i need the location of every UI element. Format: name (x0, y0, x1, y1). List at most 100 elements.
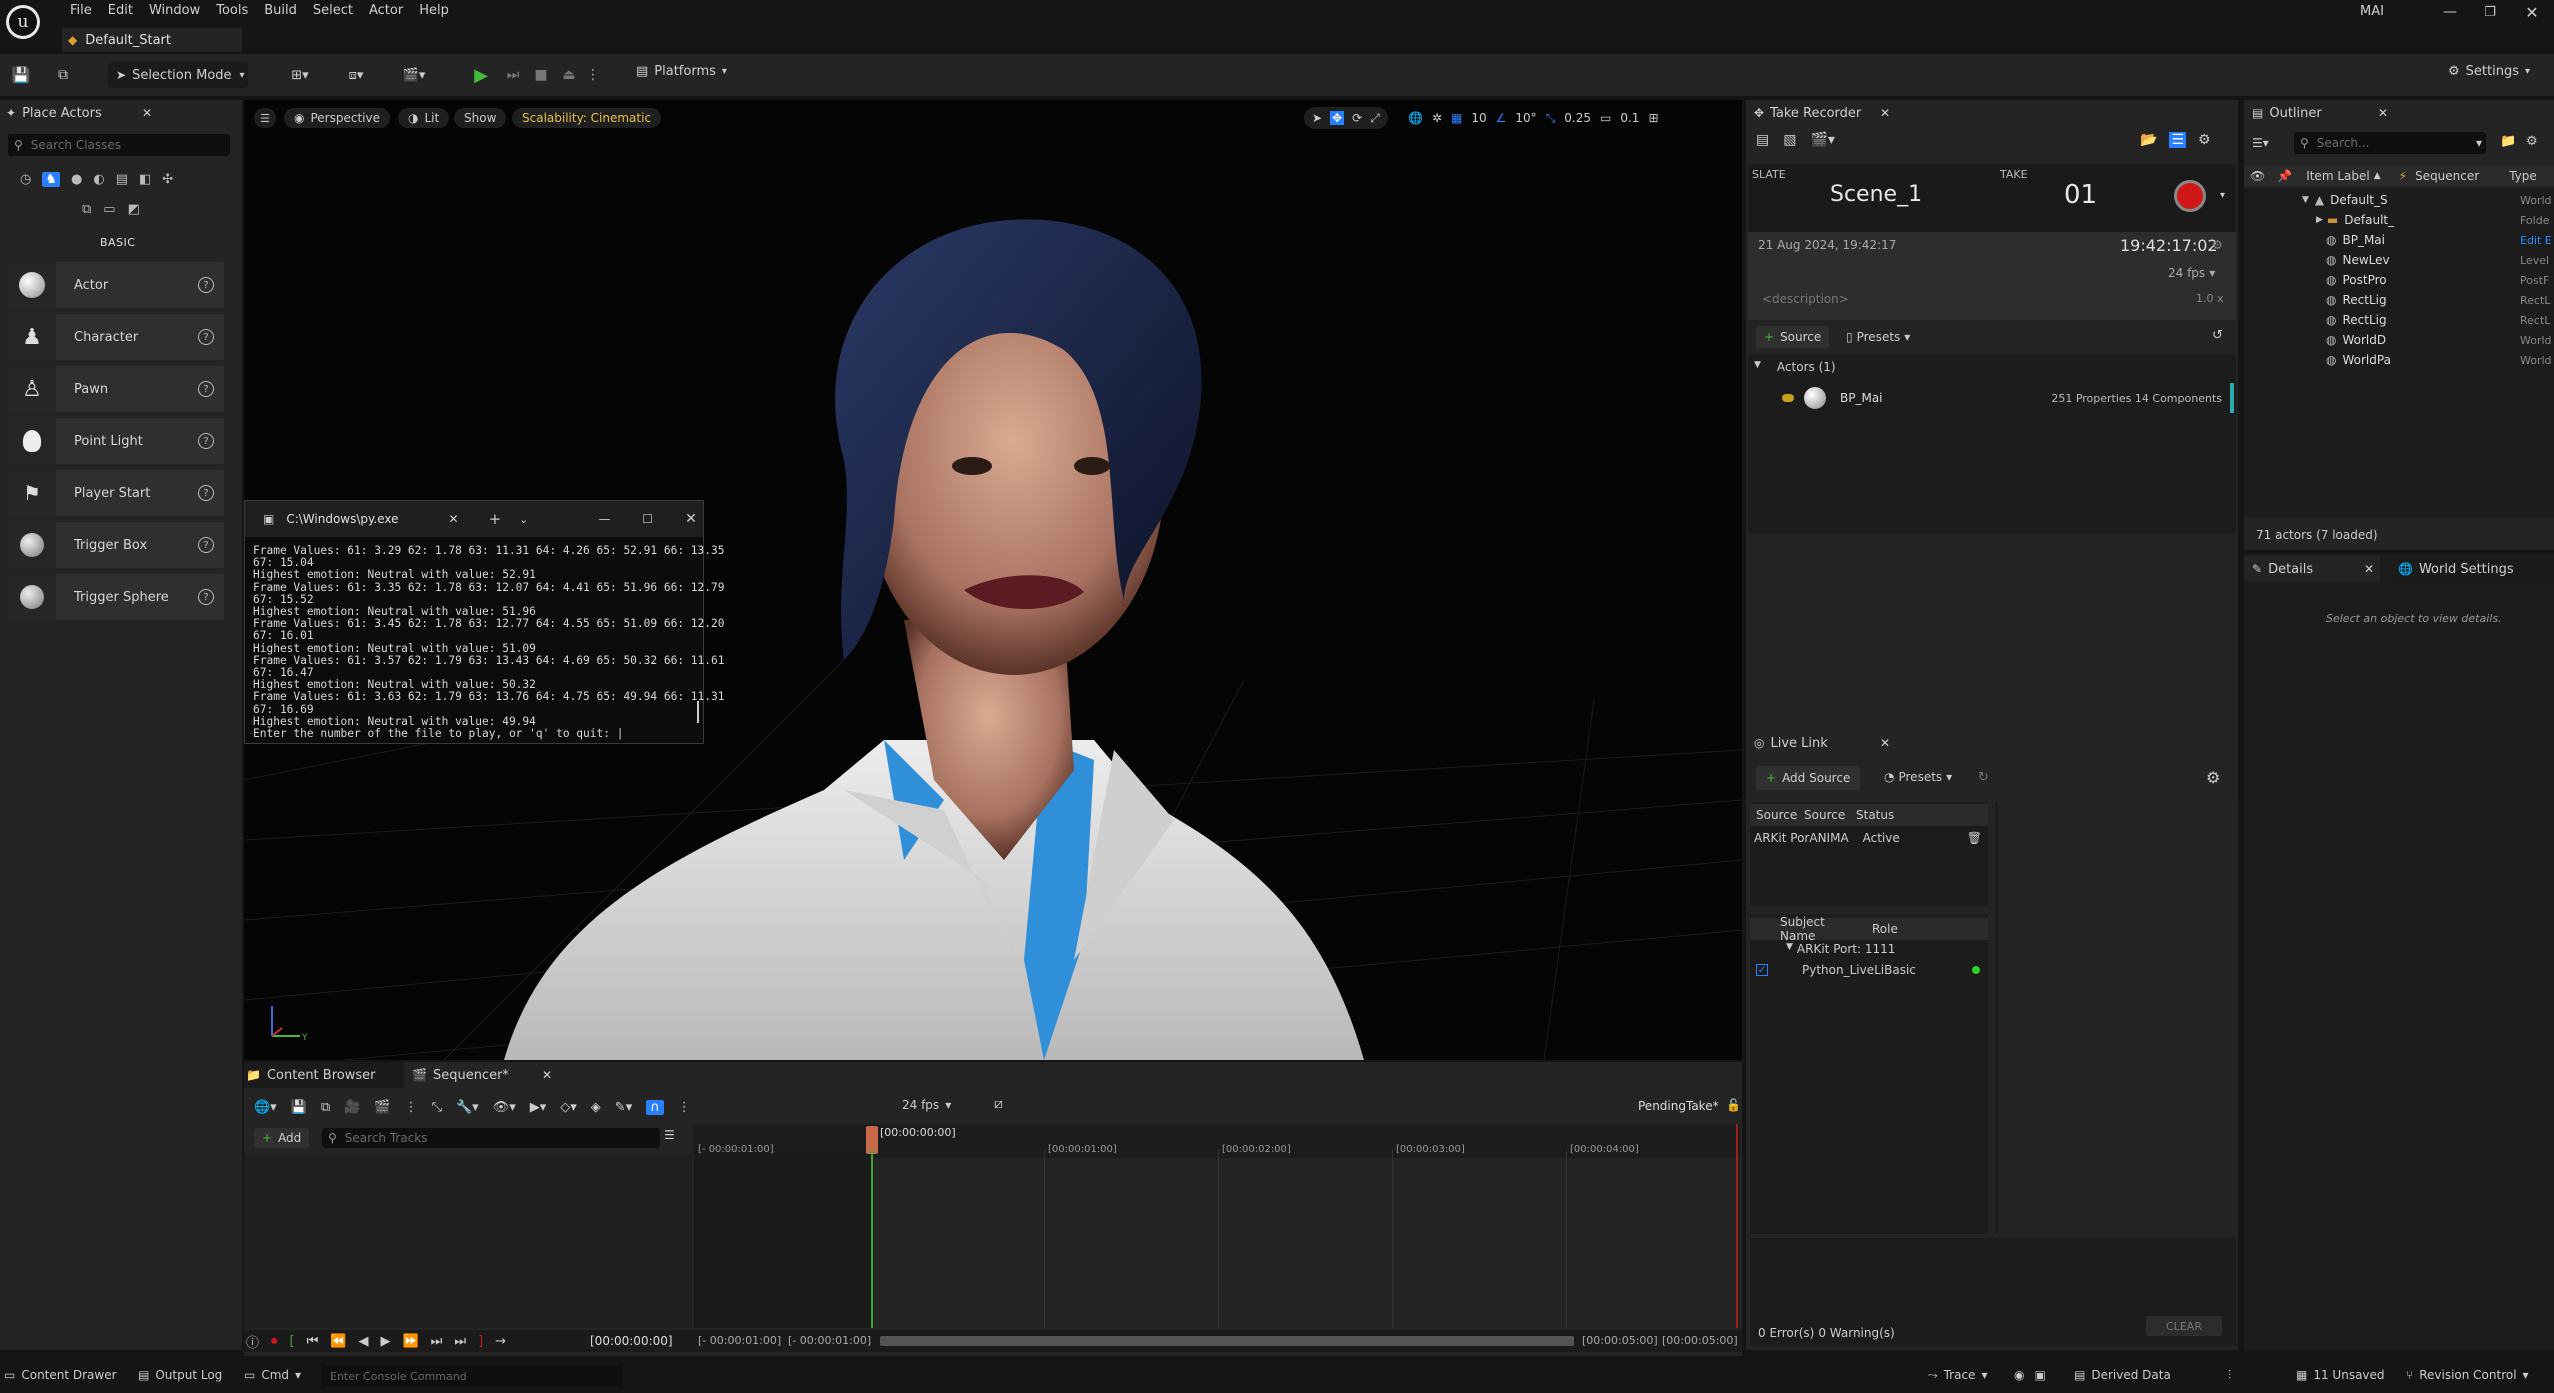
outliner-row[interactable]: ▼ ▲ Default_S World (2244, 190, 2554, 210)
outliner-row[interactable]: ◍ NewLev Level (2244, 250, 2554, 270)
close-tab-icon[interactable]: ✕ (1880, 106, 1890, 120)
lights-icon[interactable]: ● (71, 172, 82, 187)
trash-icon[interactable]: 🗑 (1967, 831, 1982, 845)
filter-icon[interactable]: ☰ (664, 1128, 675, 1142)
col-type[interactable]: Type (2509, 169, 2537, 183)
output-log-button[interactable]: ▤ Output Log (138, 1368, 222, 1382)
clear-button[interactable]: CLEAR (2146, 1316, 2222, 1336)
options-icon[interactable]: ⋮ (405, 1100, 418, 1115)
menu-select[interactable]: Select (305, 3, 361, 18)
all-classes-icon[interactable]: ⧉ (82, 202, 91, 217)
fps-dropdown[interactable]: 24 fps ▾ (2168, 266, 2215, 280)
record-status-icon[interactable]: ◉ (2014, 1368, 2024, 1382)
step-forward-icon[interactable]: ⏩ (402, 1334, 418, 1349)
outliner-tab[interactable]: ▤ Outliner ✕ (2244, 100, 2394, 126)
subject-group-row[interactable]: ▼ ARKit Port: 1111 (1786, 942, 1895, 956)
add-track-button[interactable]: + Add (254, 1128, 310, 1148)
maximize-icon[interactable]: ☐ (642, 512, 653, 526)
surface-snap-icon[interactable]: ✲ (1432, 111, 1442, 125)
sequencer-tab[interactable]: 🎬 Sequencer* ✕ (404, 1062, 558, 1088)
menu-tools[interactable]: Tools (208, 3, 256, 18)
new-take-icon[interactable]: ▤ (1756, 132, 1769, 148)
world-settings-tab[interactable]: 🌐 World Settings (2390, 556, 2554, 582)
menu-help[interactable]: Help (411, 3, 457, 18)
add-folder-icon[interactable]: 📁 (2500, 134, 2516, 149)
set-end-icon[interactable]: ] (478, 1334, 483, 1349)
outliner-search[interactable]: ⚲ Search... ▾ (2294, 132, 2486, 154)
take-number[interactable]: 01 (2064, 180, 2097, 210)
clapper-icon[interactable]: 🎬▾ (1810, 132, 1834, 148)
menu-actor[interactable]: Actor (361, 3, 411, 18)
col-source[interactable]: Source (1750, 808, 1804, 822)
viewport-layout-icon[interactable]: ⊞ (1648, 111, 1658, 125)
menu-file[interactable]: File (62, 3, 100, 18)
minimize-window-icon[interactable]: — (2440, 2, 2460, 22)
gear-icon[interactable]: ⚙ (2198, 132, 2211, 148)
help-icon[interactable]: ? (198, 329, 214, 345)
play-icon[interactable]: ▶ (380, 1334, 390, 1349)
col-status[interactable]: Status (1856, 808, 1956, 822)
playback-speed[interactable]: 1.0 x (2196, 292, 2224, 305)
settings-button[interactable]: ⚙ Settings ▾ (2448, 64, 2530, 79)
volumes-icon[interactable]: ✣ (162, 172, 173, 187)
close-tab-icon[interactable]: ✕ (449, 512, 459, 526)
restore-window-icon[interactable]: ❐ (2480, 2, 2500, 22)
place-item-point-light[interactable]: Point Light? (8, 418, 224, 464)
outliner-row[interactable]: ◍ RectLig RectL (2244, 290, 2554, 310)
console-window[interactable]: ▣ C:\Windows\py.exe ✕ + ⌄ — ☐ ✕ Frame Va… (244, 500, 724, 744)
auto-key-icon[interactable]: ◈ (591, 1100, 601, 1115)
rotate-tool-icon[interactable]: ⟳ (1352, 111, 1362, 125)
record-options-icon[interactable]: ▾ (2220, 190, 2225, 201)
col-source-type[interactable]: Source (1804, 808, 1856, 822)
loop-icon[interactable]: → (495, 1334, 506, 1349)
next-key-icon[interactable]: ⏭ (431, 1334, 443, 1349)
clapper-icon[interactable]: 🎬 (374, 1100, 390, 1115)
help-icon[interactable]: ? (198, 381, 214, 397)
record-icon[interactable]: ⏺ (271, 1334, 278, 1349)
rotation-snap-icon[interactable]: ∠ (1496, 111, 1507, 125)
camera-speed-value[interactable]: 0.1 (1620, 111, 1639, 125)
key-tools-icon[interactable]: 🔧▾ (456, 1100, 479, 1115)
console-command-input[interactable]: Enter Console Command (322, 1366, 622, 1386)
scale-tool-icon[interactable]: ⤢ (1370, 111, 1380, 126)
close-tab-icon[interactable]: ✕ (2364, 562, 2374, 576)
outliner-row[interactable]: ▶ ▬ Default_ Folde (2244, 210, 2554, 230)
fps-dropdown[interactable]: 24 fps ▾ (902, 1098, 951, 1112)
translate-tool-icon[interactable]: ✥ (1330, 111, 1345, 125)
prev-key-icon[interactable]: ⏪ (330, 1334, 346, 1349)
gear-icon[interactable]: ⚙ (2206, 768, 2220, 787)
record-button[interactable] (2174, 180, 2206, 212)
close-tab-icon[interactable]: ✕ (2378, 106, 2388, 120)
visibility-column-icon[interactable]: 👁 (2250, 169, 2265, 183)
range-end-marker[interactable] (1736, 1124, 1738, 1328)
menu-edit[interactable]: Edit (100, 3, 141, 18)
live-link-presets[interactable]: ◔ Presets ▾ (1884, 770, 1952, 784)
render-movie-icon[interactable]: 🎥 (344, 1100, 360, 1115)
close-tab-icon[interactable]: ✕ (542, 1068, 552, 1082)
transform-icon[interactable]: ⤡ (432, 1100, 442, 1115)
place-item-player-start[interactable]: ⚑ Player Start? (8, 470, 224, 516)
shapes-icon[interactable]: ◐ (93, 172, 104, 187)
derived-data-button[interactable]: ▤ Derived Data (2074, 1368, 2171, 1382)
place-actors-tab[interactable]: ✦ Place Actors ✕ (0, 100, 160, 126)
pin-column-icon[interactable]: 📌 (2277, 169, 2292, 183)
notifications-icon[interactable]: ⫶ (2228, 1368, 2231, 1383)
presets-dropdown[interactable]: ▯ Presets ▾ (1846, 330, 1910, 344)
range-end-a[interactable]: [00:00:05:00] (1582, 1334, 1658, 1347)
snap-options-icon[interactable]: ⋮ (678, 1100, 691, 1115)
world-dropdown-icon[interactable]: 🌐▾ (254, 1100, 277, 1115)
outliner-type[interactable]: Edit E (2520, 234, 2552, 247)
misc-icon[interactable]: ◩ (128, 202, 140, 217)
range-start-a[interactable]: [- 00:00:01:00] (698, 1334, 781, 1347)
col-subject-name[interactable]: Subject Name (1750, 915, 1862, 943)
filter-icon[interactable]: ☰▾ (2252, 136, 2269, 150)
chevron-down-icon[interactable]: ⌄ (519, 513, 528, 526)
lock-icon[interactable]: 🔓 (1726, 1098, 1741, 1112)
timeline-scrollbar[interactable] (880, 1336, 1574, 1346)
viewport-menu-icon[interactable]: ☰ (254, 108, 276, 128)
preset-icon[interactable]: ▧ (1783, 132, 1796, 148)
jump-to-start-icon[interactable]: ⏮ (307, 1334, 319, 1349)
outliner-row[interactable]: ◍ WorldPa World (2244, 350, 2554, 370)
place-item-trigger-sphere[interactable]: Trigger Sphere? (8, 574, 224, 620)
col-role[interactable]: Role (1862, 922, 1898, 936)
